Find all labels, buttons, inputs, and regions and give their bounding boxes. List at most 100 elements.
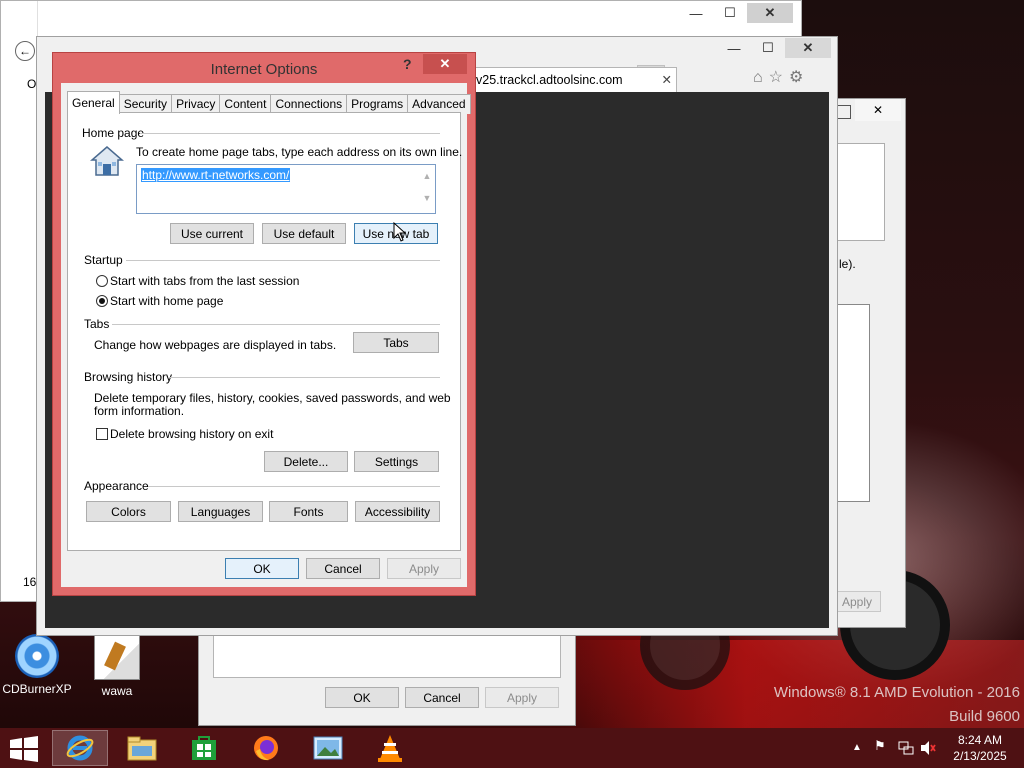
group-divider [112,324,440,325]
tab-connections[interactable]: Connections [270,94,348,114]
maximize-icon [837,105,851,119]
taskbar-item-vlc[interactable] [362,730,418,766]
taskbar-item-firefox[interactable] [238,730,294,766]
group-divider [140,133,440,134]
windows-watermark: Windows® 8.1 AMD Evolution - 2016 [773,684,1020,701]
tabs-settings-button[interactable]: Tabs [353,332,439,353]
favorites-star-icon[interactable]: ☆ [769,69,789,86]
network-icon[interactable] [898,740,914,756]
startup-last-session-radio[interactable] [96,275,108,287]
desktop-icon-label: CDBurnerXP [2,682,72,696]
fonts-button[interactable]: Fonts [269,501,348,522]
taskbar-item-photo-viewer[interactable] [300,730,356,766]
startup-home-page-radio[interactable] [96,295,108,307]
close-icon[interactable]: ✕ [785,38,831,58]
close-icon[interactable]: ✕ [747,3,793,23]
mouse-cursor-icon [393,222,407,242]
ok-button[interactable]: OK [225,558,299,579]
desktop-icon-cdburnerxp[interactable]: CDBurnerXP [0,634,74,696]
ok-button[interactable]: OK [325,687,399,708]
photo-viewer-icon [313,736,343,760]
browser-tab[interactable]: v25.trackcl.adtoolsinc.com ✕ [471,67,677,93]
startup-last-session-label[interactable]: Start with tabs from the last session [110,274,299,288]
group-divider [168,377,440,378]
background-dialog-bottom: OK Cancel Apply [198,630,576,726]
cancel-button[interactable]: Cancel [405,687,479,708]
colors-button[interactable]: Colors [86,501,171,522]
browser-caption-buttons: — ☐ ✕ [717,38,831,58]
background-apply-button[interactable]: Apply [833,591,881,612]
history-settings-button[interactable]: Settings [354,451,439,472]
desktop-icon-wawa[interactable]: wawa [80,634,154,698]
cancel-button[interactable]: Cancel [306,558,380,579]
minimize-icon[interactable]: — [679,3,713,23]
back-arrow-icon[interactable]: ← [15,41,35,61]
delete-history-button[interactable]: Delete... [264,451,348,472]
apply-button[interactable]: Apply [485,687,559,708]
tab-content[interactable]: Content [219,94,272,114]
startup-group-title: Startup [84,253,123,267]
url-box-scrollbar[interactable]: ▲ ▼ [419,165,435,213]
store-icon [192,736,216,760]
background-dialog-text: le). [839,257,856,271]
maximize-icon[interactable]: ☐ [751,38,785,58]
vlc-icon [378,735,402,762]
desktop-icon-label: wawa [101,684,133,698]
show-hidden-icons[interactable]: ▲ [852,742,862,753]
clock-time: 8:24 AM [957,733,1003,747]
background-dialog-list [835,304,870,502]
general-tab-page: Home page To create home page tabs, type… [67,112,462,551]
tab-privacy[interactable]: Privacy [171,94,221,114]
close-icon[interactable]: ✕ [855,99,901,121]
background-dialog-panel [835,143,885,241]
browser-tab-title: v25.trackcl.adtoolsinc.com [476,73,623,87]
languages-button[interactable]: Languages [178,501,263,522]
use-current-button[interactable]: Use current [170,223,254,244]
use-default-button[interactable]: Use default [262,223,346,244]
maximize-icon[interactable]: ☐ [713,3,747,23]
delete-history-on-exit-checkbox[interactable] [96,428,108,440]
home-icon[interactable]: ⌂ [753,69,769,86]
taskbar-item-store[interactable] [176,730,232,766]
house-icon [90,146,124,176]
windows-start-icon[interactable] [8,736,40,762]
background-dialog-right: ✕ le). Apply [828,98,906,628]
taskbar-clock[interactable]: 8:24 AM 2/13/2025 [940,732,1020,764]
cdburner-icon [15,634,59,678]
tab-close-icon[interactable]: ✕ [662,68,672,92]
browsing-history-group-title: Browsing history [84,370,173,384]
gear-icon[interactable]: ⚙ [789,69,809,86]
taskbar-item-internet-explorer[interactable] [52,730,108,766]
dialog-tab-strip: General Security Privacy Content Connect… [67,91,471,114]
startup-home-page-label[interactable]: Start with home page [110,294,223,308]
clock-date: 2/13/2025 [953,749,1007,763]
taskbar: ▲ ⚑ 8:24 AM 2/13/2025 [0,728,1024,768]
wawa-file-icon [94,634,140,680]
browser-toolbar-icons: ⌂☆⚙ [753,67,809,87]
help-icon[interactable]: ? [403,56,412,72]
home-page-url-input[interactable]: http://www.rt-networks.com/ ▲ ▼ [136,164,436,214]
minimize-icon[interactable]: — [717,38,751,58]
volume-muted-icon[interactable] [920,740,936,756]
tab-security[interactable]: Security [118,94,173,114]
home-page-url-value: http://www.rt-networks.com/ [141,168,291,182]
group-divider [126,260,440,261]
delete-history-on-exit-label[interactable]: Delete browsing history on exit [110,427,273,441]
background-window-sidebar [1,1,38,601]
background-letter: O [27,77,37,91]
background-window-caption-buttons: — ☐ ✕ [679,3,793,23]
dialog-body: General Security Privacy Content Connect… [61,83,471,587]
close-icon[interactable]: ✕ [423,54,467,74]
internet-options-dialog: Internet Options ? ✕ General Security Pr… [52,52,476,596]
dialog-title: Internet Options [210,61,318,78]
group-divider [148,486,440,487]
taskbar-item-file-explorer[interactable] [114,730,170,766]
apply-button[interactable]: Apply [387,558,461,579]
tab-advanced[interactable]: Advanced [407,94,471,114]
tab-programs[interactable]: Programs [346,94,409,114]
accessibility-button[interactable]: Accessibility [355,501,440,522]
flag-icon[interactable]: ⚑ [874,738,886,754]
tab-general[interactable]: General [67,91,120,114]
firefox-icon [254,736,278,761]
tabs-description: Change how webpages are displayed in tab… [94,338,337,352]
